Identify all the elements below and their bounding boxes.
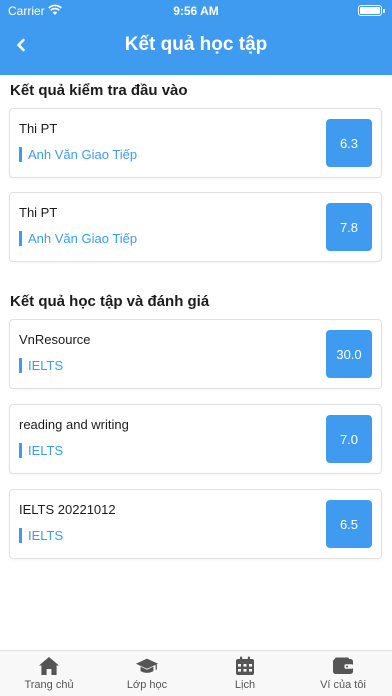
- subject-label: Anh Văn Giao Tiếp: [28, 146, 138, 162]
- tab-label: Trang chủ: [24, 679, 74, 691]
- tab-wallet[interactable]: Ví của tôi: [294, 651, 392, 696]
- app-header: Carrier 9:56 AM Kết quả học tập: [0, 0, 392, 75]
- card-subject: IELTS: [19, 357, 63, 373]
- accent-bar: [19, 357, 22, 373]
- battery-icon: [358, 5, 385, 16]
- graduation-cap-icon: [135, 655, 159, 677]
- status-time: 9:56 AM: [173, 4, 219, 18]
- card-subject: IELTS: [19, 527, 63, 543]
- card-title: IELTS 20221012: [19, 502, 116, 517]
- score-badge: 6.3: [326, 119, 372, 167]
- result-card[interactable]: IELTS 20221012 IELTS 6.5: [9, 489, 382, 559]
- card-title: VnResource: [19, 332, 91, 347]
- page-title: Kết quả học tập: [124, 34, 268, 55]
- tab-label: Lịch: [234, 679, 256, 691]
- result-card[interactable]: VnResource IELTS 30.0: [9, 319, 382, 389]
- card-title: Thi PT: [19, 205, 58, 220]
- score-badge: 30.0: [326, 330, 372, 378]
- entrance-section-title: Kết quả kiểm tra đầu vào: [10, 82, 188, 99]
- tab-home[interactable]: Trang chủ: [0, 651, 98, 696]
- accent-bar: [19, 230, 22, 246]
- subject-label: IELTS: [28, 527, 64, 543]
- wallet-icon: [331, 655, 355, 677]
- card-subject: Anh Văn Giao Tiếp: [19, 146, 137, 162]
- subject-label: Anh Văn Giao Tiếp: [28, 230, 138, 246]
- subject-label: IELTS: [28, 357, 64, 373]
- score-badge: 6.5: [326, 500, 372, 548]
- card-title: Thi PT: [19, 121, 58, 136]
- score-badge: 7.8: [326, 203, 372, 251]
- card-subject: IELTS: [19, 442, 63, 458]
- accent-bar: [19, 442, 22, 458]
- tab-label: Ví của tôi: [320, 679, 366, 691]
- accent-bar: [19, 527, 22, 543]
- calendar-icon: [233, 655, 257, 677]
- status-bar: Carrier 9:56 AM: [0, 0, 392, 22]
- study-section-title: Kết quả học tập và đánh giá: [10, 293, 210, 310]
- score-badge: 7.0: [326, 415, 372, 463]
- result-card[interactable]: Thi PT Anh Văn Giao Tiếp 7.8: [9, 192, 382, 262]
- subject-label: IELTS: [28, 442, 64, 458]
- tab-bar: Trang chủ Lớp học Lịch Ví của tôi: [0, 650, 392, 696]
- tab-classes[interactable]: Lớp học: [98, 651, 196, 696]
- card-title: reading and writing: [19, 417, 129, 432]
- accent-bar: [19, 146, 22, 162]
- result-card[interactable]: reading and writing IELTS 7.0: [9, 404, 382, 474]
- tab-schedule[interactable]: Lịch: [196, 651, 294, 696]
- card-subject: Anh Văn Giao Tiếp: [19, 230, 137, 246]
- home-icon: [37, 655, 61, 677]
- results-content[interactable]: Kết quả kiểm tra đầu vào Thi PT Anh Văn …: [0, 75, 392, 650]
- tab-label: Lớp học: [126, 679, 168, 691]
- result-card[interactable]: Thi PT Anh Văn Giao Tiếp 6.3: [9, 108, 382, 178]
